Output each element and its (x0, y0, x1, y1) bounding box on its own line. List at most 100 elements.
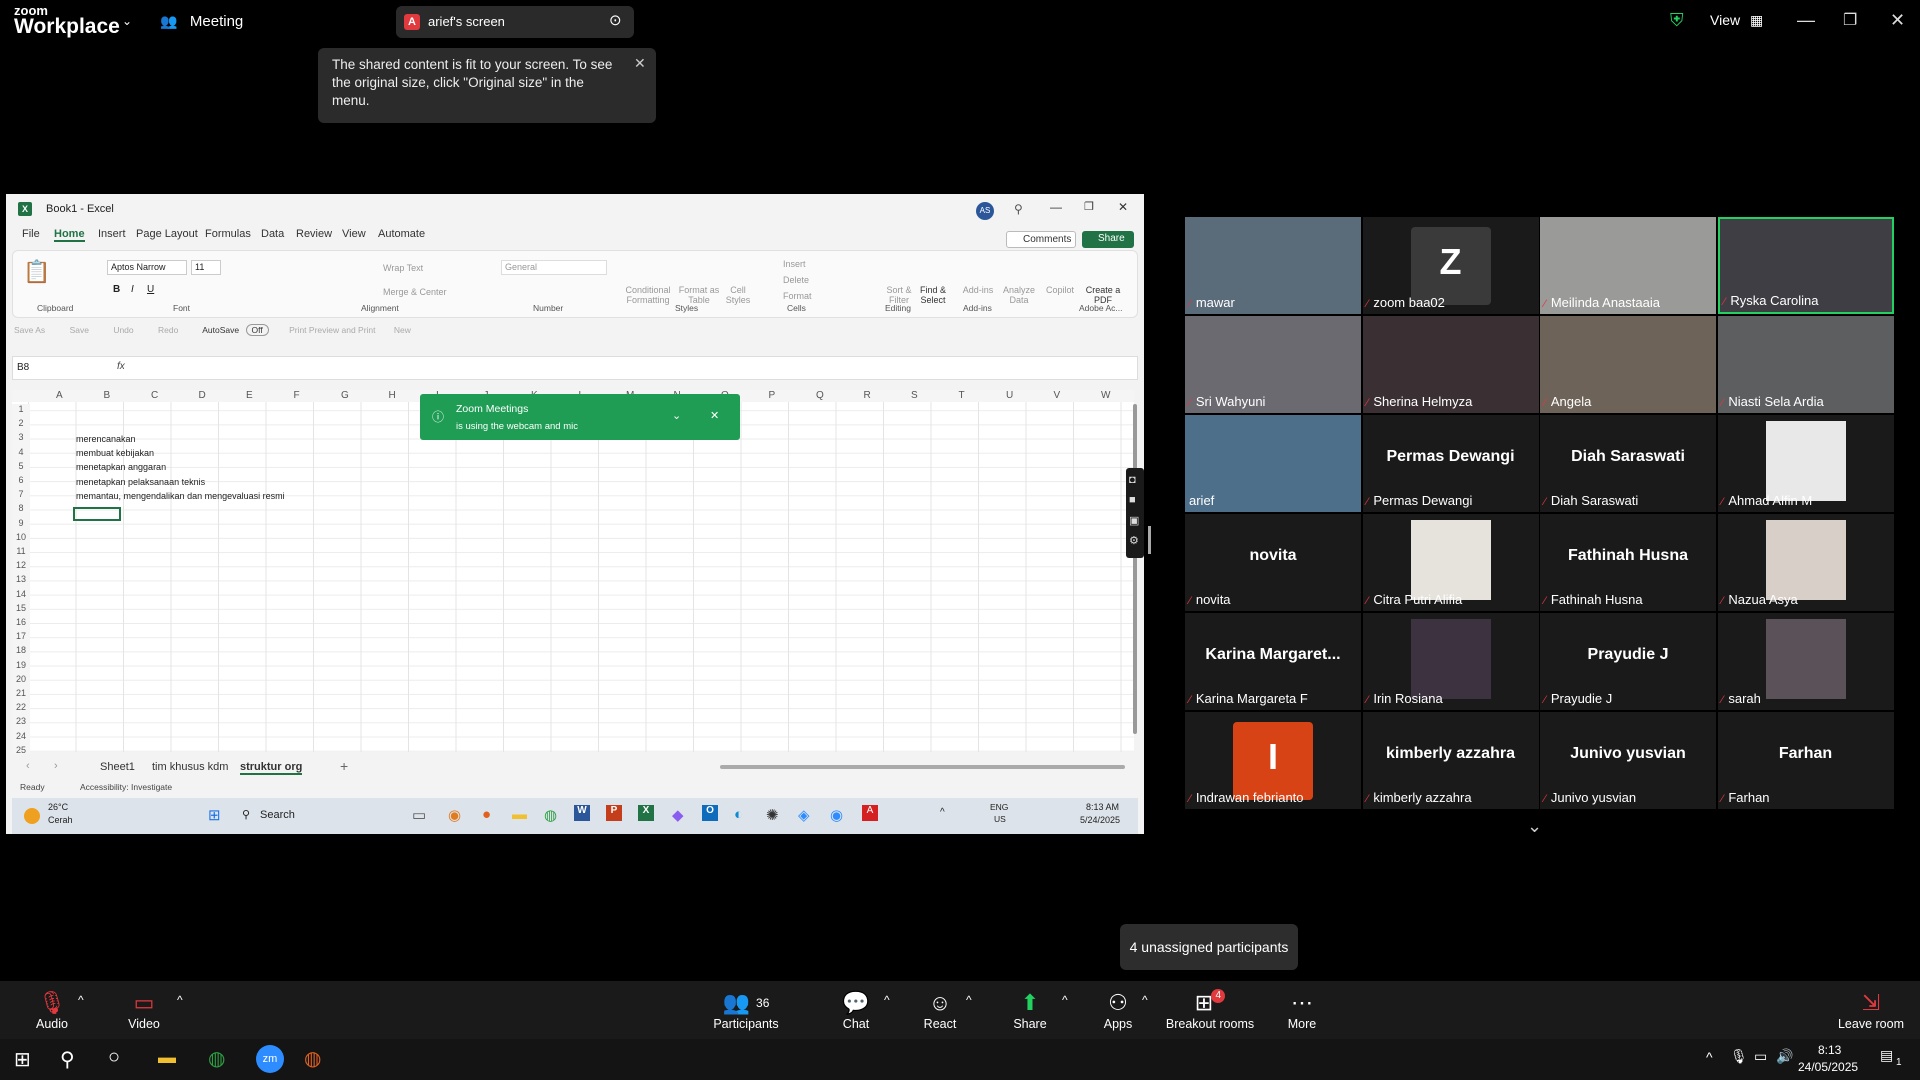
zoom-share-side-toolbar[interactable]: ◘ ■ ▣ ⚙ (1126, 468, 1144, 558)
photos-icon[interactable]: ◈ (798, 806, 810, 824)
participant-tile[interactable]: ⁄ Ryska Carolina (1717, 217, 1894, 314)
tab-data[interactable]: Data (261, 228, 284, 240)
tab-view[interactable]: View (342, 228, 366, 240)
excel-taskbar-icon[interactable]: X (638, 805, 654, 821)
windows-clock-time[interactable]: 8:13 (1818, 1043, 1841, 1057)
column-header[interactable]: Q (816, 390, 824, 401)
participant-tile[interactable]: ⁄ Irin Rosiana (1362, 613, 1539, 710)
lightbulb-icon[interactable]: ⚲ (1014, 202, 1023, 216)
search-icon[interactable]: ⚲ (242, 808, 250, 821)
acrobat-icon[interactable]: A (862, 805, 878, 821)
row-header[interactable]: 16 (12, 617, 30, 627)
font-size-select[interactable]: 11 (191, 260, 221, 275)
sheet-tab-sheet1[interactable]: Sheet1 (100, 761, 135, 773)
restore-icon[interactable]: ❐ (1843, 10, 1857, 30)
tray-chevron-icon[interactable]: ^ (940, 807, 945, 818)
video-button[interactable]: ▭ Video (104, 989, 184, 1031)
analyze-data-button[interactable]: Analyze Data (999, 285, 1039, 305)
minimize-icon[interactable]: — (1797, 10, 1815, 31)
number-format-select[interactable]: General (501, 260, 607, 275)
tab-home[interactable]: Home (54, 228, 85, 242)
participant-tile[interactable]: Permas Dewangi ⁄ Permas Dewangi (1362, 415, 1539, 512)
tab-formulas[interactable]: Formulas (205, 228, 251, 240)
tab-page-layout[interactable]: Page Layout (136, 228, 198, 240)
sort-filter-button[interactable]: Sort & Filter (881, 285, 917, 305)
italic-button[interactable]: I (131, 284, 134, 295)
row-header[interactable]: 13 (12, 574, 30, 584)
row-header[interactable]: 4 (12, 447, 30, 457)
cell-text[interactable]: memantau, mengendalikan dan mengevaluasi… (76, 491, 285, 501)
participant-tile[interactable]: Karina Margaret... ⁄ Karina Margareta F (1185, 613, 1361, 710)
participant-tile[interactable]: ⁄ sarah (1717, 613, 1894, 710)
participant-tile[interactable]: Z ⁄ zoom baa02 (1362, 217, 1539, 314)
row-header[interactable]: 8 (12, 503, 30, 513)
taskbar-search[interactable]: Search (260, 809, 295, 821)
name-box[interactable]: B8 (17, 362, 29, 373)
lang-us[interactable]: US (994, 814, 1006, 824)
column-header[interactable]: W (1101, 390, 1110, 401)
row-header[interactable]: 11 (12, 546, 30, 556)
row-header[interactable]: 18 (12, 645, 30, 655)
column-header[interactable]: R (864, 390, 871, 401)
more-button[interactable]: ⋯ More (1262, 989, 1342, 1031)
audio-options-caret-icon[interactable]: ^ (78, 993, 84, 1007)
edge-icon[interactable]: ◐ (734, 806, 743, 823)
status-accessibility[interactable]: Accessibility: Investigate (80, 782, 172, 792)
video-icon[interactable]: ■ (1129, 494, 1136, 506)
tab-insert[interactable]: Insert (98, 228, 126, 240)
row-header[interactable]: 21 (12, 688, 30, 698)
cell-text[interactable]: membuat kebijakan (76, 448, 154, 458)
camera-icon[interactable]: ◘ (1129, 474, 1136, 486)
split-resize-handle[interactable] (1148, 526, 1151, 554)
powerpoint-icon[interactable]: P (606, 805, 622, 821)
cell-text[interactable]: merencanakan (76, 434, 136, 444)
bold-button[interactable]: B (113, 284, 120, 295)
cell-text[interactable]: menetapkan anggaran (76, 462, 166, 472)
participant-tile[interactable]: Prayudie J ⁄ Prayudie J (1540, 613, 1716, 710)
column-header[interactable]: F (294, 390, 300, 401)
outlook-icon[interactable]: O (702, 805, 718, 821)
word-icon[interactable]: W (574, 805, 590, 821)
conditional-formatting-button[interactable]: Conditional Formatting (623, 285, 673, 305)
notification-expand-icon[interactable]: ⌄ (672, 408, 681, 425)
worksheet-grid[interactable] (12, 392, 1134, 752)
cell-styles-button[interactable]: Cell Styles (723, 285, 753, 305)
row-header[interactable]: 17 (12, 631, 30, 641)
notification-close-icon[interactable]: ✕ (710, 408, 719, 425)
tooltip-close-icon[interactable]: ✕ (634, 54, 646, 72)
app-icon[interactable]: ◆ (672, 806, 684, 824)
meeting-tab[interactable]: 👥 Meeting (160, 13, 243, 31)
save-as-button[interactable]: Save As (14, 325, 45, 335)
notification-center-icon[interactable]: ▤ (1880, 1047, 1893, 1064)
qat-save-button[interactable]: Save (70, 325, 89, 335)
settings-gear-icon[interactable]: ⚙ (1129, 534, 1139, 547)
row-header[interactable]: 10 (12, 532, 30, 542)
column-header[interactable]: T (959, 390, 965, 401)
vertical-scrollbar[interactable] (1131, 394, 1139, 742)
zoom-taskbar-icon[interactable]: ◉ (830, 806, 843, 824)
row-header[interactable]: 23 (12, 716, 30, 726)
font-name-select[interactable]: Aptos Narrow (107, 260, 187, 275)
column-header[interactable]: E (246, 390, 253, 401)
formula-input[interactable] (145, 358, 1125, 378)
format-as-table-button[interactable]: Format as Table (675, 285, 723, 305)
row-header[interactable]: 9 (12, 518, 30, 528)
share-button[interactable]: ⬆ Share (990, 989, 1070, 1031)
row-header[interactable]: 1 (12, 404, 30, 414)
openai-icon[interactable]: ✺ (766, 806, 779, 824)
participant-tile[interactable]: Fathinah Husna ⁄ Fathinah Husna (1540, 514, 1716, 611)
leave-room-button[interactable]: ⇲ Leave room (1826, 989, 1916, 1031)
row-header[interactable]: 22 (12, 702, 30, 712)
share-options-caret-icon[interactable]: ^ (1062, 993, 1068, 1007)
start-icon[interactable]: ⊞ (208, 806, 221, 824)
redo-button[interactable]: Redo (158, 325, 178, 335)
add-sheet-icon[interactable]: + (340, 758, 348, 774)
shield-icon[interactable]: ⛨ (1670, 10, 1684, 31)
view-button[interactable]: View ▦ (1710, 12, 1763, 29)
tray-volume-icon[interactable]: 🔊 (1776, 1048, 1793, 1065)
undo-button[interactable]: Undo (113, 325, 133, 335)
row-header[interactable]: 12 (12, 560, 30, 570)
file-explorer-icon[interactable]: ▭ (412, 806, 426, 824)
copilot-button[interactable]: Copilot (1043, 285, 1077, 295)
column-header[interactable]: V (1054, 390, 1061, 401)
